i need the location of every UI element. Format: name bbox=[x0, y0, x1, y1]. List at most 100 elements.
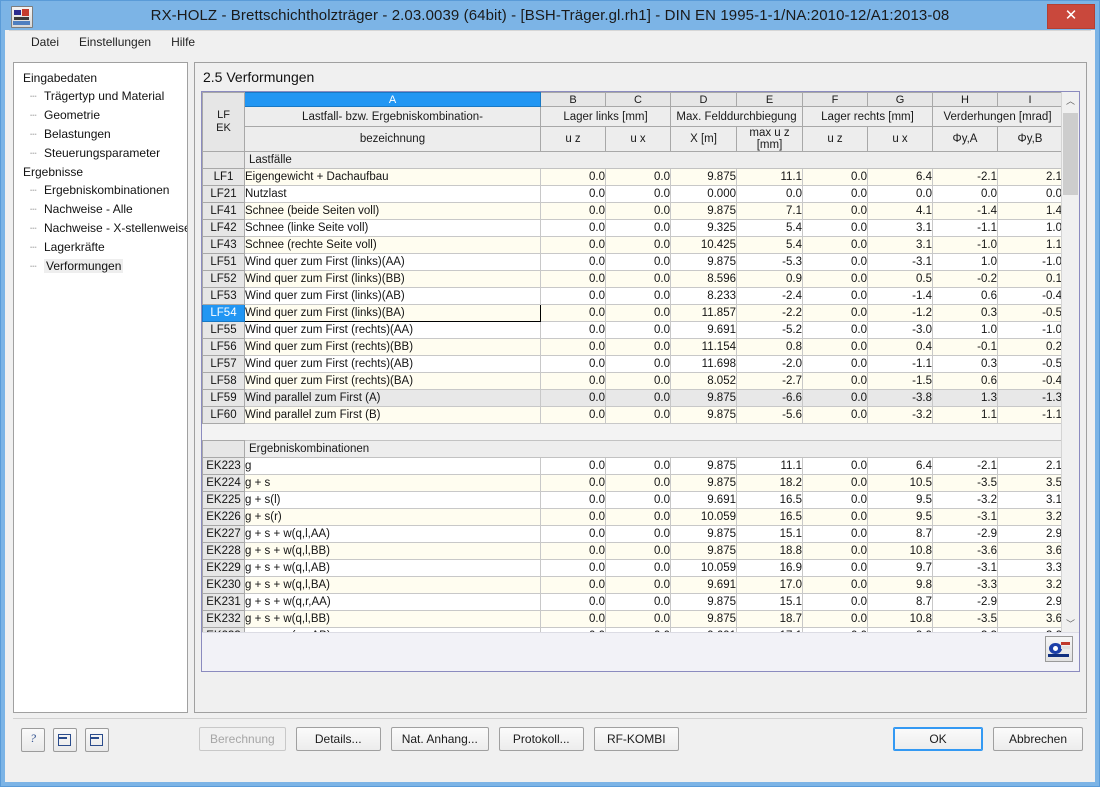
row-value-cell-4[interactable]: 0.0 bbox=[802, 576, 868, 594]
table-row[interactable]: EK232 g + s + w(q,l,BB) 0.0 0.0 9.875 18.7 0.0… bbox=[202, 610, 1061, 628]
table-row[interactable]: LF53 Wind quer zum First (links)(AB) 0.0 0.… bbox=[202, 287, 1061, 305]
row-value-cell-2[interactable]: 9.875 bbox=[670, 389, 737, 407]
row-value-cell-7[interactable]: 3.2 bbox=[997, 576, 1061, 594]
row-value-cell-7[interactable]: 3.2 bbox=[997, 508, 1061, 526]
row-value-cell-3[interactable]: -6.6 bbox=[736, 389, 803, 407]
row-value-cell-4[interactable]: 0.0 bbox=[802, 168, 868, 186]
row-value-cell-3[interactable]: 16.5 bbox=[736, 491, 803, 509]
row-value-cell-2[interactable]: 9.325 bbox=[670, 219, 737, 237]
row-id-cell[interactable]: EK229 bbox=[202, 559, 245, 577]
scroll-down-button[interactable]: ﹀ bbox=[1062, 615, 1079, 632]
row-value-cell-5[interactable]: 10.8 bbox=[867, 610, 933, 628]
row-value-cell-7[interactable]: -0.5 bbox=[997, 355, 1061, 373]
row-value-cell-2[interactable]: 9.875 bbox=[670, 610, 737, 628]
row-value-cell-7[interactable]: 3.5 bbox=[997, 474, 1061, 492]
row-value-cell-6[interactable]: 1.1 bbox=[932, 406, 998, 424]
row-value-cell-4[interactable]: 0.0 bbox=[802, 525, 868, 543]
column-header-e[interactable]: E bbox=[736, 92, 803, 107]
row-value-cell-5[interactable]: -1.2 bbox=[867, 304, 933, 322]
export-icon-button[interactable] bbox=[85, 728, 109, 752]
column-header-d[interactable]: D bbox=[670, 92, 737, 107]
row-value-cell-1[interactable]: 0.0 bbox=[605, 525, 671, 543]
table-row[interactable]: EK226 g + s(r) 0.0 0.0 10.059 16.5 0.0 9.5 -3.1 3… bbox=[202, 508, 1061, 526]
sidebar-item-lagerkraefte[interactable]: ┄ Lagerkräfte bbox=[30, 238, 183, 257]
row-value-cell-3[interactable]: -2.7 bbox=[736, 372, 803, 390]
row-value-cell-4[interactable]: 0.0 bbox=[802, 610, 868, 628]
row-value-cell-4[interactable]: 0.0 bbox=[802, 406, 868, 424]
row-value-cell-0[interactable]: 0.0 bbox=[540, 610, 606, 628]
row-value-cell-0[interactable]: 0.0 bbox=[540, 508, 606, 526]
row-value-cell-3[interactable]: 16.9 bbox=[736, 559, 803, 577]
row-id-cell[interactable]: LF41 bbox=[202, 202, 245, 220]
row-value-cell-0[interactable]: 0.0 bbox=[540, 219, 606, 237]
row-value-cell-1[interactable]: 0.0 bbox=[605, 270, 671, 288]
table-row[interactable]: LF56 Wind quer zum First (rechts)(BB) 0.0 0… bbox=[202, 338, 1061, 356]
row-value-cell-6[interactable]: -3.2 bbox=[932, 491, 998, 509]
row-value-cell-6[interactable]: -2.1 bbox=[932, 168, 998, 186]
row-value-cell-6[interactable]: 0.6 bbox=[932, 287, 998, 305]
row-value-cell-1[interactable]: 0.0 bbox=[605, 593, 671, 611]
row-value-cell-3[interactable]: -5.6 bbox=[736, 406, 803, 424]
row-value-cell-1[interactable]: 0.0 bbox=[605, 474, 671, 492]
row-value-cell-1[interactable]: 0.0 bbox=[605, 576, 671, 594]
table-row[interactable]: LF41 Schnee (beide Seiten voll) 0.0 0.0 9.87… bbox=[202, 202, 1061, 220]
scrollbar-thumb[interactable] bbox=[1063, 113, 1078, 195]
table-row[interactable]: LF55 Wind quer zum First (rechts)(AA) 0.0 0… bbox=[202, 321, 1061, 339]
tree-group-ergebnisse[interactable]: Ergebnisse bbox=[20, 163, 183, 181]
row-value-cell-4[interactable]: 0.0 bbox=[802, 491, 868, 509]
row-value-cell-3[interactable]: 18.8 bbox=[736, 542, 803, 560]
column-header-g[interactable]: G bbox=[867, 92, 933, 107]
row-value-cell-4[interactable]: 0.0 bbox=[802, 304, 868, 322]
row-value-cell-5[interactable]: 9.5 bbox=[867, 491, 933, 509]
row-value-cell-2[interactable]: 9.875 bbox=[670, 253, 737, 271]
row-value-cell-4[interactable]: 0.0 bbox=[802, 270, 868, 288]
row-value-cell-2[interactable]: 10.059 bbox=[670, 508, 737, 526]
row-value-cell-1[interactable]: 0.0 bbox=[605, 253, 671, 271]
row-value-cell-0[interactable]: 0.0 bbox=[540, 389, 606, 407]
row-value-cell-2[interactable]: 9.691 bbox=[670, 576, 737, 594]
row-value-cell-2[interactable]: 8.052 bbox=[670, 372, 737, 390]
table-row[interactable]: EK229 g + s + w(q,l,AB) 0.0 0.0 10.059 16.9 0.… bbox=[202, 559, 1061, 577]
table-row[interactable]: LF57 Wind quer zum First (rechts)(AB) 0.0 0… bbox=[202, 355, 1061, 373]
menu-item-datei[interactable]: Datei bbox=[21, 32, 69, 52]
row-value-cell-7[interactable]: 1.4 bbox=[997, 202, 1061, 220]
row-value-cell-1[interactable]: 0.0 bbox=[605, 168, 671, 186]
row-value-cell-2[interactable]: 9.875 bbox=[670, 406, 737, 424]
row-value-cell-3[interactable]: 0.0 bbox=[736, 185, 803, 203]
row-value-cell-3[interactable]: -5.3 bbox=[736, 253, 803, 271]
table-row[interactable]: EK227 g + s + w(q,l,AA) 0.0 0.0 9.875 15.1 0.0… bbox=[202, 525, 1061, 543]
row-name-cell[interactable]: Wind parallel zum First (B) bbox=[244, 406, 541, 424]
row-id-cell[interactable]: EK226 bbox=[202, 508, 245, 526]
row-value-cell-6[interactable]: 1.3 bbox=[932, 389, 998, 407]
row-value-cell-2[interactable]: 8.233 bbox=[670, 287, 737, 305]
import-icon-button[interactable] bbox=[53, 728, 77, 752]
row-value-cell-6[interactable]: -0.2 bbox=[932, 270, 998, 288]
row-value-cell-3[interactable]: 0.8 bbox=[736, 338, 803, 356]
row-id-cell[interactable]: LF56 bbox=[202, 338, 245, 356]
row-value-cell-0[interactable]: 0.0 bbox=[540, 559, 606, 577]
row-value-cell-7[interactable]: 1.1 bbox=[997, 236, 1061, 254]
row-name-cell[interactable]: g + s + w(q,l,BB) bbox=[244, 542, 541, 560]
table-row[interactable]: EK228 g + s + w(q,l,BB) 0.0 0.0 9.875 18.8 0.0… bbox=[202, 542, 1061, 560]
row-value-cell-6[interactable]: -2.9 bbox=[932, 593, 998, 611]
row-name-cell[interactable]: g + s + w(q,l,BB) bbox=[244, 610, 541, 628]
row-value-cell-1[interactable]: 0.0 bbox=[605, 236, 671, 254]
rf-kombi-button[interactable]: RF-KOMBI bbox=[593, 727, 679, 751]
row-value-cell-7[interactable]: 2.1 bbox=[997, 168, 1061, 186]
row-value-cell-4[interactable]: 0.0 bbox=[802, 508, 868, 526]
row-value-cell-1[interactable]: 0.0 bbox=[605, 338, 671, 356]
row-value-cell-0[interactable]: 0.0 bbox=[540, 236, 606, 254]
row-id-cell[interactable]: EK230 bbox=[202, 576, 245, 594]
row-value-cell-4[interactable]: 0.0 bbox=[802, 202, 868, 220]
row-value-cell-6[interactable]: 0.3 bbox=[932, 304, 998, 322]
row-value-cell-2[interactable]: 11.154 bbox=[670, 338, 737, 356]
row-value-cell-5[interactable]: -1.5 bbox=[867, 372, 933, 390]
row-name-cell[interactable]: Schnee (rechte Seite voll) bbox=[244, 236, 541, 254]
column-header-b[interactable]: B bbox=[540, 92, 606, 107]
row-value-cell-1[interactable]: 0.0 bbox=[605, 202, 671, 220]
help-icon-button[interactable]: ? bbox=[21, 728, 45, 752]
row-value-cell-5[interactable]: 10.5 bbox=[867, 474, 933, 492]
table-row[interactable]: EK223 g 0.0 0.0 9.875 11.1 0.0 6.4 -2.1 2.1 bbox=[202, 457, 1061, 475]
row-value-cell-2[interactable]: 10.059 bbox=[670, 559, 737, 577]
row-value-cell-3[interactable]: 0.9 bbox=[736, 270, 803, 288]
